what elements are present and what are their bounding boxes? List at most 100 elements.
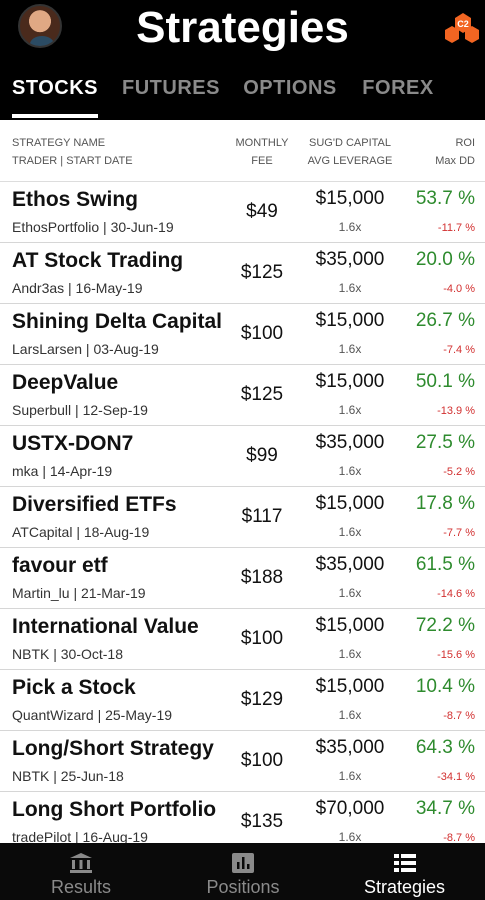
nav-results[interactable]: Results (0, 843, 162, 900)
strategy-name: Diversified ETFs (12, 493, 177, 516)
bank-icon (70, 853, 92, 873)
avg-leverage: 1.6x (338, 281, 362, 295)
list-icon (393, 854, 416, 872)
monthly-fee: $100 (240, 750, 284, 771)
nav-results-label: Results (50, 877, 112, 897)
max-drawdown: -14.6 % (437, 588, 475, 600)
avg-leverage: 1.6x (338, 403, 362, 417)
strategy-meta: NBTK | 30-Oct-18 (12, 646, 124, 662)
strategy-name: AT Stock Trading (12, 249, 184, 272)
col-capital-header[interactable]: SUG'D CAPITAL AVG LEVERAGE (298, 134, 402, 170)
strategy-meta: ATCapital | 18-Aug-19 (12, 524, 150, 540)
strategy-row[interactable]: Diversified ETFs ATCapital | 18-Aug-19 $… (0, 487, 485, 548)
tab-stocks[interactable]: STOCKS (12, 68, 98, 120)
strategy-row[interactable]: USTX-DON7 mka | 14-Apr-19 $99 $35,000 1.… (0, 426, 485, 487)
strategy-name: Long/Short Strategy (12, 737, 214, 760)
monthly-fee: $125 (240, 262, 284, 283)
strategy-row[interactable]: International Value NBTK | 30-Oct-18 $10… (0, 609, 485, 670)
col-trader-label: TRADER | START DATE (12, 155, 133, 167)
page-title: Strategies (136, 3, 349, 52)
roi-value: 34.7 % (415, 798, 475, 819)
max-drawdown: -15.6 % (437, 649, 475, 661)
roi-value: 53.7 % (415, 188, 475, 209)
max-drawdown: -8.7 % (443, 710, 475, 722)
monthly-fee: $117 (241, 506, 283, 527)
col-strategy-label: STRATEGY NAME (12, 137, 106, 149)
monthly-fee: $100 (240, 628, 284, 649)
monthly-fee: $99 (246, 445, 278, 466)
strategy-meta: Martin_lu | 21-Mar-19 (12, 585, 146, 601)
col-strategy-header[interactable]: STRATEGY NAME TRADER | START DATE (12, 134, 133, 170)
roi-value: 27.5 % (415, 432, 475, 453)
strategy-row[interactable]: favour etf Martin_lu | 21-Mar-19 $188 $3… (0, 548, 485, 609)
roi-value: 20.0 % (415, 249, 475, 270)
nav-strategies-label: Strategies (363, 877, 446, 897)
suggested-capital: $15,000 (315, 676, 385, 697)
col-roi-header[interactable]: ROI Max DD (435, 134, 475, 170)
strategy-meta: Andr3as | 16-May-19 (12, 280, 143, 296)
max-drawdown: -5.2 % (443, 466, 475, 478)
strategy-meta: mka | 14-Apr-19 (12, 463, 113, 479)
col-capital-label: SUG'D CAPITAL (309, 137, 391, 149)
suggested-capital: $15,000 (315, 188, 385, 209)
nav-strategies[interactable]: Strategies (324, 843, 485, 900)
tab-options[interactable]: OPTIONS (242, 68, 338, 120)
bottom-navigation: Results Positions Strategies (0, 843, 485, 900)
avg-leverage: 1.6x (338, 647, 362, 661)
strategy-list[interactable]: Ethos Swing EthosPortfolio | 30-Jun-19 $… (0, 182, 485, 844)
strategy-meta: LarsLarsen | 03-Aug-19 (12, 341, 159, 357)
max-drawdown: -13.9 % (437, 405, 475, 417)
avg-leverage: 1.6x (338, 769, 362, 783)
strategy-name: DeepValue (12, 371, 119, 394)
suggested-capital: $35,000 (315, 737, 385, 758)
max-drawdown: -4.0 % (443, 283, 475, 295)
strategy-name: Long Short Portfolio (12, 798, 217, 821)
suggested-capital: $15,000 (315, 310, 385, 331)
logo-text: C2 (457, 19, 469, 29)
roi-value: 26.7 % (415, 310, 475, 331)
monthly-fee: $188 (240, 567, 284, 588)
strategy-name: USTX-DON7 (12, 432, 134, 455)
roi-value: 17.8 % (415, 493, 475, 514)
suggested-capital: $35,000 (315, 554, 385, 575)
monthly-fee: $49 (246, 201, 278, 222)
strategy-name: Shining Delta Capital (12, 310, 223, 333)
monthly-fee: $135 (240, 811, 284, 832)
suggested-capital: $70,000 (315, 798, 385, 819)
col-fee-label-2: FEE (251, 155, 273, 167)
monthly-fee: $125 (240, 384, 284, 405)
tab-futures[interactable]: FUTURES (122, 68, 219, 120)
strategy-row[interactable]: DeepValue Superbull | 12-Sep-19 $125 $15… (0, 365, 485, 426)
max-drawdown: -7.7 % (443, 527, 475, 539)
col-roi-label: ROI (455, 137, 475, 149)
tab-forex[interactable]: FOREX (362, 68, 434, 120)
strategy-meta: EthosPortfolio | 30-Jun-19 (12, 219, 174, 235)
strategy-row[interactable]: Long Short Portfolio tradePilot | 16-Aug… (0, 792, 485, 844)
c2-logo-icon: C2 (445, 13, 479, 43)
app-header: Strategies C2 STOCKS FUTURES OPTIONS FOR… (0, 0, 485, 120)
suggested-capital: $15,000 (315, 493, 385, 514)
market-tabs: STOCKS FUTURES OPTIONS FOREX (0, 68, 485, 120)
strategy-name: favour etf (12, 554, 108, 577)
strategy-name: Ethos Swing (12, 188, 138, 211)
strategy-name: International Value (12, 615, 199, 638)
col-fee-label-1: MONTHLY (235, 137, 289, 149)
strategy-name: Pick a Stock (12, 676, 136, 699)
strategy-row[interactable]: Pick a Stock QuantWizard | 25-May-19 $12… (0, 670, 485, 731)
strategy-row[interactable]: Long/Short Strategy NBTK | 25-Jun-18 $10… (0, 731, 485, 792)
strategy-meta: Superbull | 12-Sep-19 (12, 402, 148, 418)
strategy-row[interactable]: Shining Delta Capital LarsLarsen | 03-Au… (0, 304, 485, 365)
monthly-fee: $100 (240, 323, 284, 344)
roi-value: 10.4 % (415, 676, 475, 697)
col-fee-header[interactable]: MONTHLY FEE (222, 134, 302, 170)
bar-chart-icon (232, 853, 254, 873)
roi-value: 72.2 % (415, 615, 475, 636)
strategy-row[interactable]: Ethos Swing EthosPortfolio | 30-Jun-19 $… (0, 182, 485, 243)
avg-leverage: 1.6x (338, 830, 362, 844)
avg-leverage: 1.6x (338, 708, 362, 722)
strategy-row[interactable]: AT Stock Trading Andr3as | 16-May-19 $12… (0, 243, 485, 304)
nav-positions[interactable]: Positions (162, 843, 324, 900)
column-headers: STRATEGY NAME TRADER | START DATE MONTHL… (0, 120, 485, 182)
avg-leverage: 1.6x (338, 464, 362, 478)
max-drawdown: -7.4 % (443, 344, 475, 356)
